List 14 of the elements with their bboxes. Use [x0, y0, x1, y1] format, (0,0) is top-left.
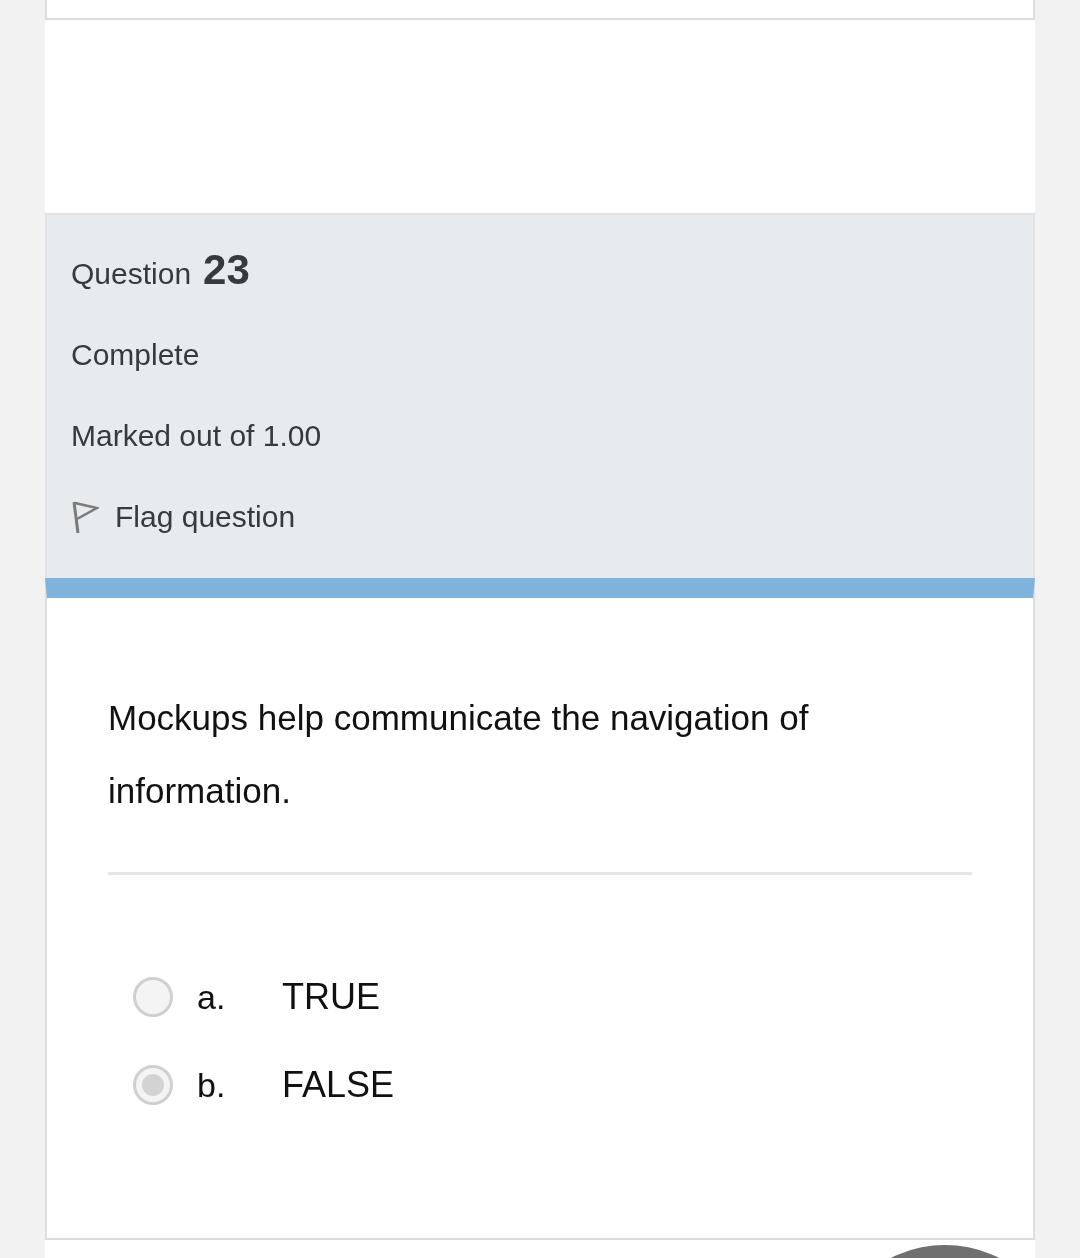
- option-letter: a.: [197, 977, 227, 1017]
- question-label: Question: [71, 257, 192, 291]
- option-text: TRUE: [282, 976, 380, 1018]
- question-number: 23: [203, 246, 250, 294]
- round-button[interactable]: [890, 1245, 1000, 1258]
- flag-icon: [71, 500, 99, 534]
- option-text: FALSE: [282, 1064, 395, 1106]
- question-text: Mockups help communicate the navigation of information.: [108, 697, 810, 812]
- question-status: Complete: [71, 337, 201, 373]
- option-letter: b.: [197, 1065, 227, 1105]
- radio-button[interactable]: [133, 1065, 173, 1105]
- flag-question-link[interactable]: Flag question: [71, 497, 296, 537]
- question-grade: Marked out of 1.00: [71, 418, 323, 454]
- radio-button[interactable]: [133, 977, 173, 1017]
